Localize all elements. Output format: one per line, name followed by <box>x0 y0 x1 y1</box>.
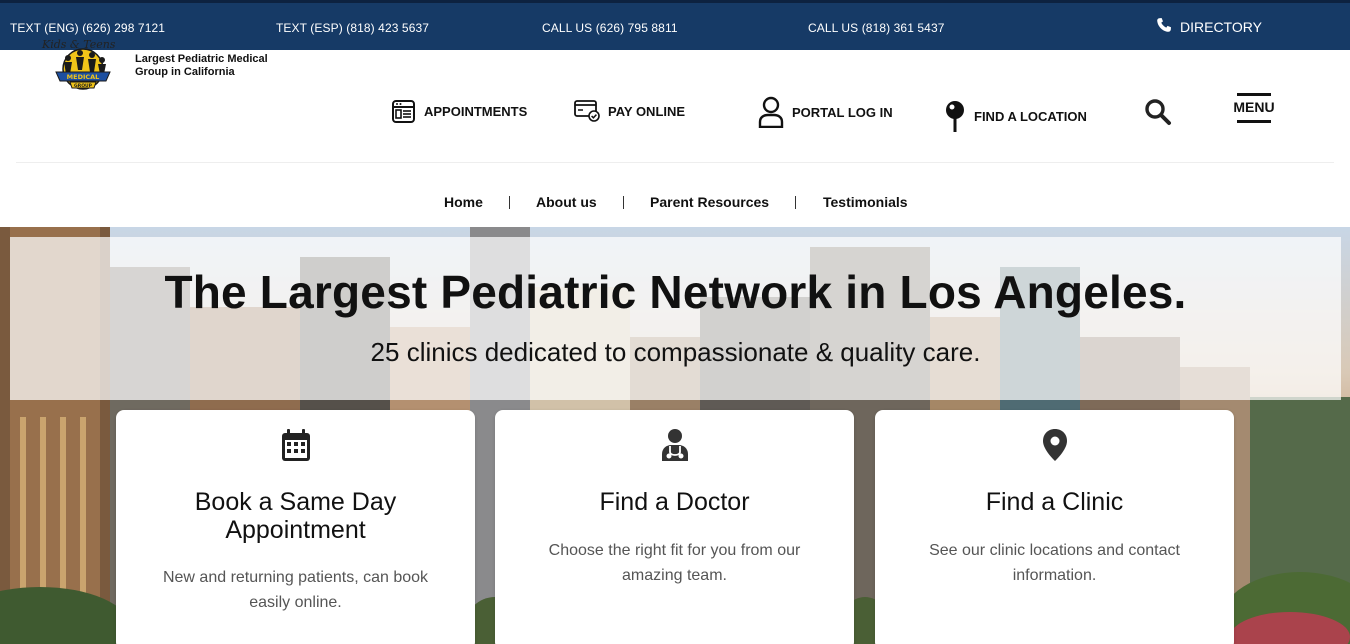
secondary-nav: Home About us Parent Resources Testimoni… <box>0 163 1350 227</box>
nav-testimonials[interactable]: Testimonials <box>823 194 908 210</box>
appointments-link[interactable]: APPOINTMENTS <box>391 99 527 124</box>
nav-parent-resources[interactable]: Parent Resources <box>650 194 769 210</box>
map-pin-icon <box>875 428 1234 462</box>
find-location-link[interactable]: FIND A LOCATION <box>944 100 1087 132</box>
directory-label: DIRECTORY <box>1180 18 1262 35</box>
card-description: Choose the right fit for you from our am… <box>548 542 801 584</box>
find-doctor-card[interactable]: Find a Doctor Choose the right fit for y… <box>495 410 854 644</box>
hero-section: The Largest Pediatric Network in Los Ang… <box>0 227 1350 644</box>
pay-online-label: PAY ONLINE <box>608 103 686 119</box>
find-location-label: FIND A LOCATION <box>974 108 1087 124</box>
menu-bar-top <box>1237 93 1271 96</box>
svg-text:MEDICAL: MEDICAL <box>67 73 100 81</box>
card-title: Find a Doctor <box>599 488 750 516</box>
search-icon <box>1144 99 1172 130</box>
header-tagline: Largest Pediatric Medical Group in Calif… <box>135 53 268 78</box>
nav-separator <box>795 196 796 209</box>
doctor-icon <box>495 428 854 462</box>
appointments-label: APPOINTMENTS <box>424 104 528 119</box>
call-us-link-1[interactable]: CALL US (626) 795 8811 <box>542 21 678 35</box>
nav-home[interactable]: Home <box>444 194 483 210</box>
hero-subtitle: 25 clinics dedicated to compassionate & … <box>370 337 981 367</box>
card-description: New and returning patients, can book eas… <box>162 569 429 611</box>
pay-online-link[interactable]: PAY ONLINE <box>574 99 685 123</box>
appointment-calendar-icon <box>391 99 416 124</box>
text-spanish-link[interactable]: TEXT (ESP) (818) 423 5637 <box>276 21 429 35</box>
card-title: Book a Same Day Appointment <box>194 488 397 544</box>
calendar-icon <box>116 428 475 462</box>
phone-icon <box>1156 17 1172 36</box>
hero-title: The Largest Pediatric Network in Los Ang… <box>164 266 1187 318</box>
text-english-link[interactable]: TEXT (ENG) (626) 298 7121 <box>10 21 165 35</box>
payment-card-icon <box>574 99 600 123</box>
location-pin-icon <box>944 100 966 132</box>
call-us-link-2[interactable]: CALL US (818) 361 5437 <box>808 21 945 35</box>
search-button[interactable] <box>1144 98 1172 126</box>
user-icon <box>758 96 784 128</box>
menu-bar-bottom <box>1237 120 1271 123</box>
portal-login-label: PORTAL LOG IN <box>792 104 893 120</box>
menu-button[interactable]: MENU <box>1232 93 1276 127</box>
top-contact-bar: TEXT (ENG) (626) 298 7121 TEXT (ESP) (81… <box>0 0 1350 50</box>
find-clinic-card[interactable]: Find a Clinic See our clinic locations a… <box>875 410 1234 644</box>
card-description: See our clinic locations and contact inf… <box>929 542 1180 584</box>
nav-separator <box>623 196 624 209</box>
portal-login-link[interactable]: PORTAL LOG IN <box>758 96 893 128</box>
kids-and-teens-logo[interactable]: Kids & Teens MEDICAL GROUP <box>40 36 126 92</box>
menu-label: MENU <box>1233 99 1275 115</box>
nav-separator <box>509 196 510 209</box>
svg-text:GROUP: GROUP <box>74 83 93 89</box>
directory-link[interactable]: DIRECTORY <box>1156 17 1262 36</box>
nav-about-us[interactable]: About us <box>536 194 597 210</box>
card-title: Find a Clinic <box>985 488 1124 516</box>
book-appointment-card[interactable]: Book a Same Day Appointment New and retu… <box>116 410 475 644</box>
